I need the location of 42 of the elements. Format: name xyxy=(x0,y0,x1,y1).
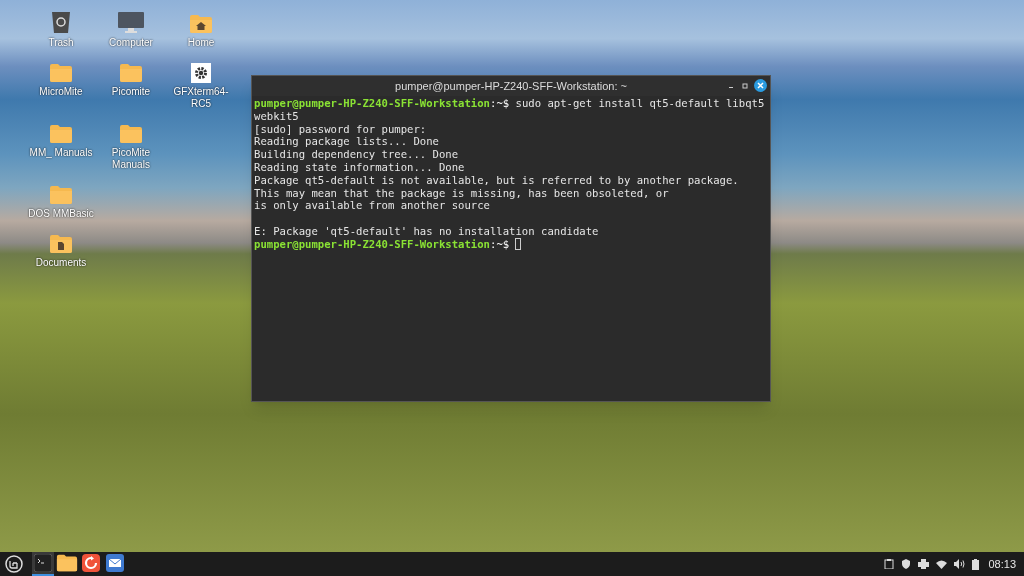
clock[interactable]: 08:13 xyxy=(988,555,1016,573)
folder-icon xyxy=(49,63,73,83)
desktop-icon-label[interactable]: Home xyxy=(166,37,236,49)
terminal-line: is only available from another source xyxy=(254,199,491,213)
desktop-icon-label[interactable]: MM_ Manuals xyxy=(26,147,96,159)
terminal-line: pumper@pumper-HP-Z240-SFF-Workstation:~$ sudo apt-get install qt5-default libqt5 xyxy=(254,97,765,110)
desktop-icon-label[interactable]: DOS MMBasic xyxy=(26,208,96,220)
battery-icon[interactable] xyxy=(972,558,980,570)
wifi-icon[interactable] xyxy=(936,559,948,569)
folder-icon xyxy=(119,63,143,83)
terminal-line: E: Package 'qt5-default' has no installation candidate xyxy=(254,224,600,238)
terminal-icon[interactable] xyxy=(32,552,54,576)
folder-icon xyxy=(49,185,73,205)
folder-icon xyxy=(119,124,143,144)
desktop-icon-label[interactable]: Picomite xyxy=(96,86,166,98)
maximize-icon[interactable] xyxy=(740,80,750,91)
window-title: pumper@pumper-HP-Z240-SFF-Workstation: ~ xyxy=(395,78,627,94)
gear-icon xyxy=(191,63,211,83)
terminal-line: Package qt5-default is not available, but is referred to by another package. xyxy=(254,173,740,187)
menu-logo-icon[interactable] xyxy=(5,555,23,573)
trash-icon xyxy=(51,10,71,34)
monitor-icon xyxy=(118,12,144,34)
documents-folder-icon xyxy=(49,234,73,254)
terminal-line: Building dependency tree... Done xyxy=(254,148,460,161)
terminal-line: pumper@pumper-HP-Z240-SFF-Workstation:~$ xyxy=(254,237,510,251)
terminal-line: webkit5 xyxy=(254,109,300,123)
close-icon[interactable] xyxy=(754,79,767,92)
volume-icon[interactable] xyxy=(954,559,966,569)
terminal-line: This may mean that the package is missing, has been obsoleted, or xyxy=(254,186,670,200)
desktop-icon-label[interactable]: PicoMite Manuals xyxy=(96,147,166,171)
desktop-icon-label[interactable]: MicroMite xyxy=(26,86,96,98)
terminal-line: [sudo] password for pumper: xyxy=(254,122,428,136)
folder-icon xyxy=(49,124,73,144)
desktop-icon-label[interactable]: Documents xyxy=(26,257,96,269)
desktop-icon-label[interactable]: Trash xyxy=(26,37,96,49)
shield-icon[interactable] xyxy=(901,559,912,569)
clipboard-icon[interactable] xyxy=(884,559,895,569)
home-folder-icon xyxy=(189,14,213,34)
desktop-icon-label[interactable]: GFXterm64-RC5 xyxy=(166,86,236,110)
terminal-line: Reading package lists... Done xyxy=(254,135,440,149)
terminal-line: Reading state information... Done xyxy=(254,161,466,174)
desktop-icon-label[interactable]: Computer xyxy=(96,37,166,49)
